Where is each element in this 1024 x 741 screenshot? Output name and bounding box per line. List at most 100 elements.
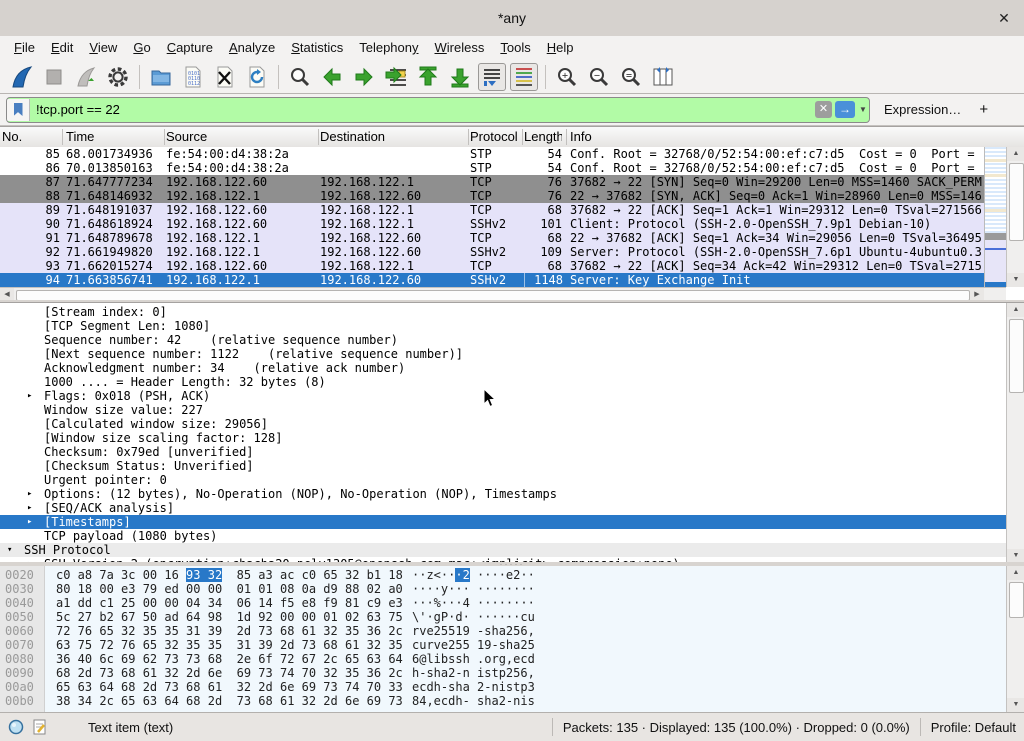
detail-line[interactable]: [Stream index: 0] (0, 305, 1006, 319)
packet-row-94[interactable]: 9471.663856741192.168.122.1192.168.122.6… (0, 273, 984, 287)
hex-row-00b0[interactable]: 00b038 34 2c 65 63 64 68 2d 73 68 61 32 … (0, 694, 1006, 708)
go-last-button[interactable] (446, 63, 474, 91)
packet-row-86[interactable]: 8670.013850163fe:54:00:d4:38:2aSTP54Conf… (0, 161, 984, 175)
expand-icon[interactable]: ▸ (27, 389, 32, 403)
capture-comment-icon[interactable] (32, 719, 48, 735)
zoom-out-button[interactable]: − (585, 63, 613, 91)
column-separator[interactable] (522, 129, 523, 145)
column-separator[interactable] (318, 129, 319, 145)
detail-line[interactable]: 1000 .... = Header Length: 32 bytes (8) (0, 375, 1006, 389)
menu-item-wireless[interactable]: Wireless (427, 36, 493, 60)
colorize-button[interactable] (510, 63, 538, 91)
details-vscrollbar[interactable]: ▲ ▼ (1006, 303, 1024, 563)
hex-bytes[interactable]: 63 75 72 76 65 32 35 35 31 39 2d 73 68 6… (56, 638, 403, 652)
column-header-time[interactable]: Time (66, 127, 162, 147)
filter-bookmark-icon[interactable] (7, 99, 30, 121)
display-filter-box[interactable]: ✕ → ▼ (6, 97, 870, 123)
expand-icon[interactable]: ▸ (27, 515, 32, 529)
start-capture-button[interactable] (8, 63, 36, 91)
menu-item-telephony[interactable]: Telephony (351, 36, 426, 60)
hex-row-0040[interactable]: 0040a1 dd c1 25 00 00 04 34 06 14 f5 e8 … (0, 596, 1006, 610)
detail-line[interactable]: ▸Options: (12 bytes), No-Operation (NOP)… (0, 487, 1006, 501)
menu-item-tools[interactable]: Tools (492, 36, 538, 60)
hex-bytes[interactable]: a1 dd c1 25 00 00 04 34 06 14 f5 e8 f9 8… (56, 596, 403, 610)
detail-line[interactable]: [Next sequence number: 1122 (relative se… (0, 347, 1006, 361)
filter-apply-button[interactable]: → (835, 101, 855, 118)
detail-line[interactable]: [Window size scaling factor: 128] (0, 431, 1006, 445)
packet-list-minimap[interactable] (984, 147, 1007, 287)
hex-ascii[interactable]: curve255 19-sha25 (412, 638, 535, 652)
column-header-source[interactable]: Source (166, 127, 316, 147)
hex-row-0090[interactable]: 009068 2d 73 68 61 32 2d 6e 69 73 74 70 … (0, 666, 1006, 680)
packet-row-88[interactable]: 8871.648146932192.168.122.1192.168.122.6… (0, 189, 984, 203)
detail-line[interactable]: ▸[Timestamps] (0, 515, 1006, 529)
go-back-button[interactable] (318, 63, 346, 91)
scroll-down-icon[interactable]: ▼ (1007, 273, 1024, 287)
status-profile[interactable]: Profile: Default (931, 720, 1016, 735)
scroll-down-icon[interactable]: ▼ (1007, 698, 1024, 712)
packet-row-91[interactable]: 9171.648789678192.168.122.1192.168.122.6… (0, 231, 984, 245)
column-separator[interactable] (468, 129, 469, 145)
packet-row-85[interactable]: 8568.001734936fe:54:00:d4:38:2aSTP54Conf… (0, 147, 984, 161)
save-file-button[interactable]: 010101100112 (179, 63, 207, 91)
hex-row-00a0[interactable]: 00a065 63 64 68 2d 73 68 61 32 2d 6e 69 … (0, 680, 1006, 694)
hex-ascii[interactable]: ecdh-sha 2-nistp3 (412, 680, 535, 694)
hex-row-0080[interactable]: 008036 40 6c 69 62 73 73 68 2e 6f 72 67 … (0, 652, 1006, 666)
detail-line[interactable]: TCP payload (1080 bytes) (0, 529, 1006, 543)
column-header-no[interactable]: No. (2, 127, 60, 147)
hex-ascii[interactable]: 6@libssh .org,ecd (412, 652, 535, 666)
packet-row-93[interactable]: 9371.662015274192.168.122.60192.168.122.… (0, 259, 984, 273)
expand-icon[interactable]: ▸ (27, 487, 32, 501)
column-header-length[interactable]: Length (524, 127, 562, 147)
detail-line[interactable]: Checksum: 0x79ed [unverified] (0, 445, 1006, 459)
hex-ascii[interactable]: \'·gP·d· ······cu (412, 610, 535, 624)
display-filter-input[interactable] (30, 102, 815, 117)
scroll-down-icon[interactable]: ▼ (1007, 549, 1024, 563)
detail-line[interactable]: ▾SSH Protocol (0, 543, 1006, 557)
hex-row-0030[interactable]: 003080 18 00 e3 79 ed 00 00 01 01 08 0a … (0, 582, 1006, 596)
hex-row-0060[interactable]: 006072 76 65 32 35 35 31 39 2d 73 68 61 … (0, 624, 1006, 638)
packet-list-vscroll-thumb[interactable] (1009, 163, 1024, 241)
hex-bytes[interactable]: 36 40 6c 69 62 73 73 68 2e 6f 72 67 2c 6… (56, 652, 403, 666)
expression-button[interactable]: Expression… (884, 102, 961, 117)
hex-ascii[interactable]: rve25519 -sha256, (412, 624, 535, 638)
hex-ascii[interactable]: ····y··· ········ (412, 582, 535, 596)
open-file-button[interactable] (147, 63, 175, 91)
hex-row-0020[interactable]: 0020c0 a8 7a 3c 00 16 93 32 85 a3 ac c0 … (0, 568, 1006, 582)
hex-ascii[interactable]: ···%···4 ········ (412, 596, 535, 610)
scroll-up-icon[interactable]: ▲ (1007, 566, 1024, 580)
capture-options-button[interactable] (104, 63, 132, 91)
restart-capture-button[interactable] (72, 63, 100, 91)
hex-vscroll-thumb[interactable] (1009, 582, 1024, 618)
auto-scroll-button[interactable] (478, 63, 506, 91)
hex-vscrollbar[interactable]: ▲ ▼ (1006, 566, 1024, 712)
hex-bytes[interactable]: 5c 27 b2 67 50 ad 64 98 1d 92 00 00 01 0… (56, 610, 403, 624)
column-separator[interactable] (566, 129, 567, 145)
go-to-packet-button[interactable] (382, 63, 410, 91)
stop-capture-button[interactable] (40, 63, 68, 91)
packet-row-90[interactable]: 9071.648618924192.168.122.60192.168.122.… (0, 217, 984, 231)
detail-line[interactable]: Acknowledgment number: 34 (relative ack … (0, 361, 1006, 375)
column-separator[interactable] (62, 129, 63, 145)
column-header-destination[interactable]: Destination (320, 127, 466, 147)
collapse-icon[interactable]: ▾ (7, 543, 12, 557)
packet-row-92[interactable]: 9271.661949820192.168.122.1192.168.122.6… (0, 245, 984, 259)
detail-line[interactable]: [Checksum Status: Unverified] (0, 459, 1006, 473)
detail-line[interactable]: Urgent pointer: 0 (0, 473, 1006, 487)
menu-item-statistics[interactable]: Statistics (283, 36, 351, 60)
menu-item-file[interactable]: File (6, 36, 43, 60)
hex-ascii[interactable]: 84,ecdh- sha2-nis (412, 694, 535, 708)
scroll-up-icon[interactable]: ▲ (1007, 303, 1024, 317)
menu-item-analyze[interactable]: Analyze (221, 36, 283, 60)
filter-history-dropdown[interactable]: ▼ (857, 105, 869, 114)
detail-line[interactable]: ▸Flags: 0x018 (PSH, ACK) (0, 389, 1006, 403)
scroll-up-icon[interactable]: ▲ (1007, 147, 1024, 161)
column-separator[interactable] (164, 129, 165, 145)
menu-item-edit[interactable]: Edit (43, 36, 81, 60)
filter-clear-button[interactable]: ✕ (815, 101, 832, 118)
reload-file-button[interactable] (243, 63, 271, 91)
menu-item-view[interactable]: View (81, 36, 125, 60)
zoom-in-button[interactable]: + (553, 63, 581, 91)
packet-row-87[interactable]: 8771.647777234192.168.122.60192.168.122.… (0, 175, 984, 189)
close-window-button[interactable]: ✕ (992, 0, 1016, 36)
